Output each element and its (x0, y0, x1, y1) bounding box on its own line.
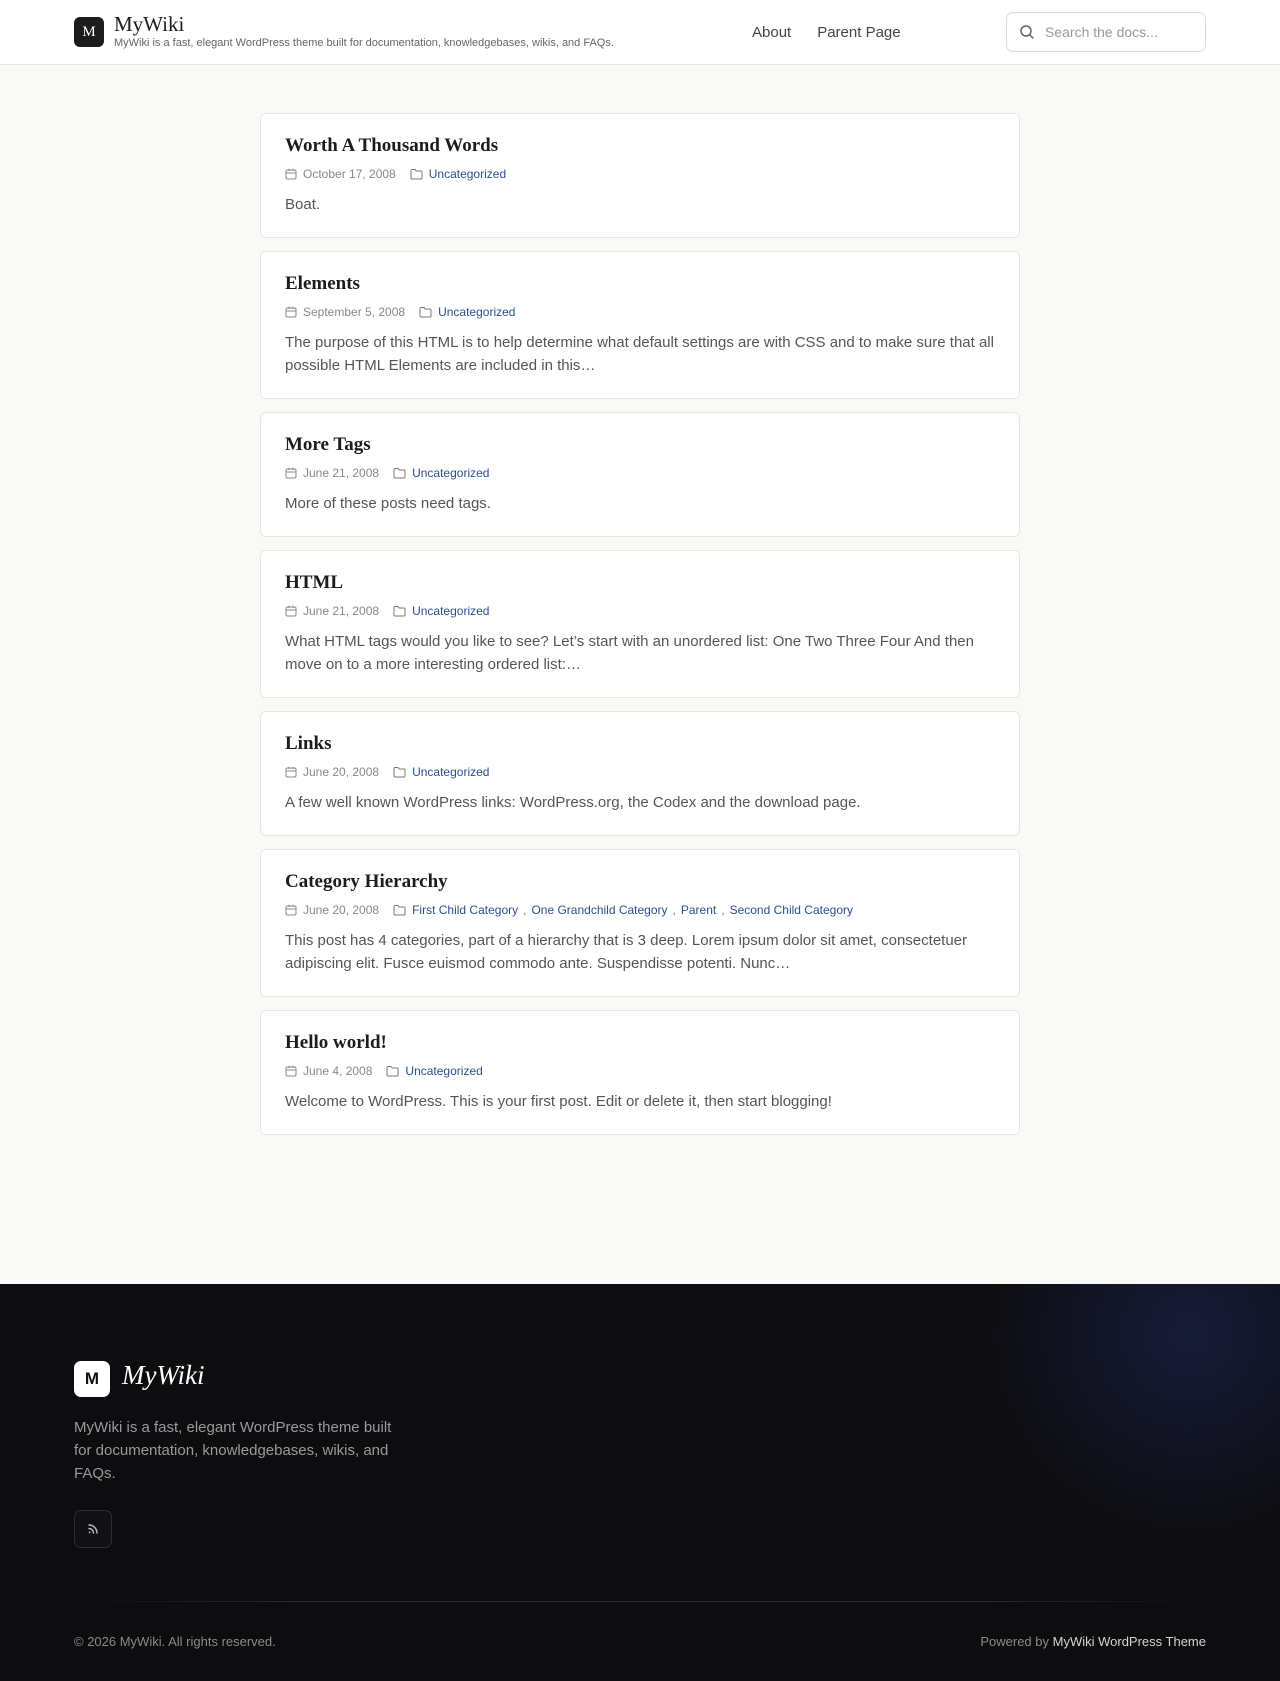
site-footer: M MyWiki MyWiki is a fast, elegant WordP… (0, 1284, 1280, 1681)
post-title[interactable]: More Tags (285, 433, 995, 457)
post-title[interactable]: HTML (285, 571, 995, 595)
post-meta: June 20, 2008 First Child Category, One Gr… (285, 902, 995, 918)
rss-icon (88, 1524, 98, 1534)
post-card: More Tags June 21, 2008 Uncategorized More … (260, 412, 1020, 537)
post-list: Worth A Thousand Words October 17, 2008 Un… (260, 113, 1020, 1148)
post-meta: June 20, 2008 Uncategorized (285, 764, 995, 780)
post-excerpt: A few well known WordPress links: WordPr… (285, 794, 861, 811)
post-date-text: June 21, 2008 (303, 604, 380, 618)
post-excerpt: The purpose of this HTML is to help dete… (285, 334, 994, 374)
post-meta: June 21, 2008 Uncategorized (285, 465, 995, 481)
post-card: Category Hierarchy June 20, 2008 First Chi… (260, 849, 1020, 997)
post-card: Elements September 5, 2008 Uncategorized Th… (260, 251, 1020, 399)
calendar-icon (285, 904, 297, 916)
calendar-icon (285, 1065, 297, 1077)
post-meta: June 21, 2008 Uncategorized (285, 603, 995, 619)
site-title[interactable]: MyWiki (114, 12, 184, 37)
nav-link-parent-page[interactable]: Parent Page (817, 24, 900, 41)
category-separator: , (523, 903, 527, 917)
post-title[interactable]: Hello world! (285, 1031, 995, 1055)
category-link[interactable]: Uncategorized (412, 603, 489, 619)
post-meta: October 17, 2008 Uncategorized (285, 166, 995, 182)
category-separator: , (721, 903, 725, 917)
post-categories: Uncategorized (393, 465, 489, 481)
post-excerpt: This post has 4 categories, part of a hi… (285, 932, 968, 972)
folder-icon (393, 767, 406, 778)
post-title[interactable]: Category Hierarchy (285, 870, 995, 894)
calendar-icon (285, 306, 297, 318)
site-tagline: MyWiki is a fast, elegant WordPress them… (114, 37, 614, 49)
post-categories: First Child Category, One Grandchild Cate… (393, 902, 853, 918)
calendar-icon (285, 168, 297, 180)
folder-icon (393, 468, 406, 479)
footer-glow (980, 1284, 1280, 1544)
post-title[interactable]: Elements (285, 272, 995, 296)
post-categories: Uncategorized (386, 1063, 483, 1079)
post-card: Hello world! June 4, 2008 Uncategorized Wel… (260, 1010, 1020, 1135)
category-link[interactable]: First Child Category (412, 902, 518, 918)
category-link[interactable]: Uncategorized (405, 1063, 482, 1079)
folder-icon (393, 905, 406, 916)
post-categories: Uncategorized (410, 166, 506, 182)
nav-link-about[interactable]: About (752, 24, 791, 41)
calendar-icon (285, 467, 297, 479)
main-nav: About Parent Page (752, 24, 901, 41)
post-date-text: June 4, 2008 (303, 1064, 373, 1078)
post-date: June 20, 2008 (285, 902, 379, 918)
category-link[interactable]: One Grandchild Category (531, 902, 667, 918)
footer-site-title[interactable]: MyWiki (122, 1360, 204, 1391)
category-link[interactable]: Uncategorized (429, 166, 506, 182)
post-meta: September 5, 2008 Uncategorized (285, 304, 995, 320)
post-card: HTML June 21, 2008 Uncategorized What HTML … (260, 550, 1020, 698)
folder-icon (386, 1066, 399, 1077)
post-date: June 21, 2008 (285, 603, 379, 619)
post-categories: Uncategorized (419, 304, 515, 320)
search-icon (1020, 25, 1034, 39)
post-date-text: September 5, 2008 (303, 305, 406, 319)
post-title[interactable]: Links (285, 732, 995, 756)
folder-icon (419, 307, 432, 318)
search-input[interactable] (1045, 24, 1195, 40)
folder-icon (410, 169, 423, 180)
post-card: Worth A Thousand Words October 17, 2008 Un… (260, 113, 1020, 238)
post-excerpt: What HTML tags would you like to see? Le… (285, 633, 974, 673)
footer-logo[interactable]: M (74, 1361, 110, 1397)
post-categories: Uncategorized (393, 603, 489, 619)
copyright-text: © 2026 MyWiki. All rights reserved. (74, 1634, 276, 1649)
post-excerpt: Boat. (285, 196, 321, 213)
post-categories: Uncategorized (393, 764, 489, 780)
post-date: October 17, 2008 (285, 166, 396, 182)
post-date: June 21, 2008 (285, 465, 379, 481)
post-date: June 4, 2008 (285, 1063, 372, 1079)
calendar-icon (285, 605, 297, 617)
category-link[interactable]: Uncategorized (438, 304, 515, 320)
rss-button[interactable] (74, 1510, 112, 1548)
folder-icon (393, 606, 406, 617)
post-date-text: June 21, 2008 (303, 466, 380, 480)
powered-by-prefix: Powered by (980, 1634, 1053, 1649)
category-link[interactable]: Second Child Category (730, 902, 853, 918)
powered-by-link[interactable]: MyWiki WordPress Theme (1053, 1634, 1206, 1649)
search-box[interactable] (1006, 12, 1206, 52)
post-card: Links June 20, 2008 Uncategorized A few wel… (260, 711, 1020, 836)
post-excerpt: Welcome to WordPress. This is your first… (285, 1093, 832, 1110)
post-date: September 5, 2008 (285, 304, 405, 320)
footer-divider (74, 1601, 1206, 1602)
calendar-icon (285, 766, 297, 778)
site-header: M MyWiki MyWiki is a fast, elegant WordP… (0, 0, 1280, 65)
post-title[interactable]: Worth A Thousand Words (285, 134, 995, 158)
post-date-text: June 20, 2008 (303, 903, 380, 917)
post-excerpt: More of these posts need tags. (285, 495, 491, 512)
post-date: June 20, 2008 (285, 764, 379, 780)
category-link[interactable]: Parent (681, 902, 716, 918)
site-logo[interactable]: M (74, 17, 104, 47)
post-date-text: October 17, 2008 (303, 167, 396, 181)
category-link[interactable]: Uncategorized (412, 465, 489, 481)
post-date-text: June 20, 2008 (303, 765, 380, 779)
footer-description: MyWiki is a fast, elegant WordPress them… (74, 1419, 392, 1482)
category-link[interactable]: Uncategorized (412, 764, 489, 780)
category-separator: , (672, 903, 676, 917)
powered-by: Powered by MyWiki WordPress Theme (980, 1634, 1206, 1649)
post-meta: June 4, 2008 Uncategorized (285, 1063, 995, 1079)
